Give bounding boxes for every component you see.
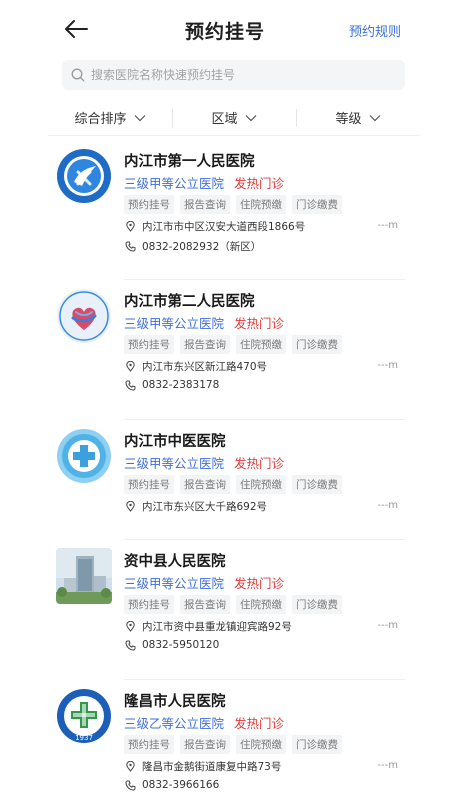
- distance-label: ---m: [377, 620, 398, 631]
- location-pin-icon: [126, 501, 135, 512]
- service-tags: 预约挂号 报告查询 住院预缴 门诊缴费: [124, 195, 342, 214]
- hospital-card[interactable]: 内江市中医医院 三级甲等公立医院 发热门诊 预约挂号 报告查询 住院预缴 门诊缴…: [0, 420, 450, 540]
- hospital-phone: 0832-2082932（新区）: [142, 241, 262, 253]
- chevron-down-icon: [134, 114, 145, 121]
- hospital-grade: 三级甲等公立医院: [124, 176, 225, 191]
- hospital-name: 资中县人民医院: [124, 554, 226, 570]
- distance-label: ---m: [377, 220, 398, 231]
- fever-clinic-badge: 发热门诊: [234, 576, 285, 591]
- phone-row[interactable]: 0832-5950120: [125, 639, 219, 651]
- distance-label: ---m: [377, 760, 398, 771]
- hospital-4-building-photo: [56, 548, 112, 604]
- logo-year: 1937: [75, 734, 93, 742]
- service-tags: 预约挂号 报告查询 住院预缴 门诊缴费: [124, 335, 342, 354]
- service-tag: 预约挂号: [124, 595, 174, 614]
- booking-rules-link[interactable]: 预约规则: [349, 21, 401, 40]
- fever-clinic-badge: 发热门诊: [234, 716, 285, 731]
- address-row: 内江市市中区汉安大道西段1866号: [125, 219, 305, 234]
- service-tags: 预约挂号 报告查询 住院预缴 门诊缴费: [124, 475, 342, 494]
- service-tag: 门诊缴费: [292, 595, 342, 614]
- filter-level-label: 等级: [335, 112, 362, 127]
- hospital-2-heart-icon: [57, 289, 111, 343]
- hospital-1-seal-icon: [57, 149, 111, 203]
- service-tag: 住院预缴: [236, 595, 286, 614]
- fever-clinic-badge: 发热门诊: [234, 316, 285, 331]
- hospital-3-cross-icon: [57, 429, 111, 483]
- service-tag: 报告查询: [180, 595, 230, 614]
- service-tag: 预约挂号: [124, 475, 174, 494]
- service-tag: 门诊缴费: [292, 475, 342, 494]
- filter-level[interactable]: 等级: [296, 106, 420, 130]
- hospital-name: 内江市第二人民医院: [124, 294, 255, 310]
- hospital-card[interactable]: 内江市第二人民医院 三级甲等公立医院 发热门诊 预约挂号 报告查询 住院预缴 门…: [0, 280, 450, 420]
- search-input[interactable]: [91, 68, 391, 82]
- location-pin-icon: [126, 221, 135, 232]
- hospital-grade: 三级甲等公立医院: [124, 316, 225, 331]
- service-tags: 预约挂号 报告查询 住院预缴 门诊缴费: [124, 735, 342, 754]
- hospital-card[interactable]: 内江市第一人民医院 三级甲等公立医院 发热门诊 预约挂号 报告查询 住院预缴 门…: [0, 140, 450, 280]
- service-tag: 报告查询: [180, 335, 230, 354]
- hospital-address: 隆昌市金鹅街道康复中路73号: [142, 761, 282, 773]
- hospital-name: 隆昌市人民医院: [124, 694, 226, 710]
- hospital-name: 内江市中医医院: [124, 434, 226, 450]
- distance-label: ---m: [377, 500, 398, 511]
- address-row: 内江市资中县重龙镇迎宾路92号: [125, 619, 292, 634]
- filter-region-label: 区域: [211, 112, 238, 127]
- hospital-phone: 0832-2383178: [142, 379, 220, 391]
- fever-clinic-badge: 发热门诊: [234, 456, 285, 471]
- service-tags: 预约挂号 报告查询 住院预缴 门诊缴费: [124, 595, 342, 614]
- search-bar[interactable]: [62, 60, 405, 90]
- location-pin-icon: [126, 361, 135, 372]
- service-tag: 住院预缴: [236, 195, 286, 214]
- hospital-address: 内江市市中区汉安大道西段1866号: [142, 221, 306, 233]
- filter-bar: 综合排序 区域 等级: [48, 100, 420, 136]
- filter-sort-label: 综合排序: [74, 112, 127, 127]
- phone-icon: [125, 241, 136, 252]
- top-bar: 预约挂号 预约规则: [0, 0, 450, 58]
- hospital-grade: 三级甲等公立医院: [124, 576, 225, 591]
- chevron-down-icon: [369, 114, 380, 121]
- service-tag: 报告查询: [180, 195, 230, 214]
- location-pin-icon: [126, 761, 135, 772]
- address-row: 内江市东兴区大千路692号: [125, 499, 267, 514]
- hospital-address: 内江市东兴区大千路692号: [142, 501, 268, 513]
- filter-region[interactable]: 区域: [172, 106, 296, 130]
- hospital-grade: 三级乙等公立医院: [124, 716, 225, 731]
- hospital-phone: 0832-3966166: [142, 779, 220, 791]
- hospital-card[interactable]: 资中县人民医院 三级甲等公立医院 发热门诊 预约挂号 报告查询 住院预缴 门诊缴…: [0, 540, 450, 680]
- location-pin-icon: [126, 621, 135, 632]
- service-tag: 预约挂号: [124, 735, 174, 754]
- hospital-address: 内江市资中县重龙镇迎宾路92号: [142, 621, 292, 633]
- hospital-list: 内江市第一人民医院 三级甲等公立医院 发热门诊 预约挂号 报告查询 住院预缴 门…: [0, 140, 450, 800]
- hospital-address: 内江市东兴区新江路470号: [142, 361, 268, 373]
- phone-row[interactable]: 0832-2082932（新区）: [125, 239, 261, 254]
- service-tag: 预约挂号: [124, 195, 174, 214]
- service-tag: 门诊缴费: [292, 195, 342, 214]
- service-tag: 门诊缴费: [292, 735, 342, 754]
- hospital-phone: 0832-5950120: [142, 639, 220, 651]
- service-tag: 住院预缴: [236, 475, 286, 494]
- address-row: 隆昌市金鹅街道康复中路73号: [125, 759, 281, 774]
- service-tag: 门诊缴费: [292, 335, 342, 354]
- service-tag: 报告查询: [180, 735, 230, 754]
- phone-icon: [125, 380, 136, 391]
- fever-clinic-badge: 发热门诊: [234, 176, 285, 191]
- search-icon: [71, 68, 85, 82]
- service-tag: 住院预缴: [236, 735, 286, 754]
- hospital-name: 内江市第一人民医院: [124, 154, 255, 170]
- service-tag: 报告查询: [180, 475, 230, 494]
- phone-row[interactable]: 0832-3966166: [125, 779, 219, 791]
- filter-sort[interactable]: 综合排序: [48, 106, 172, 130]
- hospital-card[interactable]: 1937 隆昌市人民医院 三级乙等公立医院 发热门诊 预约挂号 报告查询 住院预…: [0, 680, 450, 800]
- hospital-grade: 三级甲等公立医院: [124, 456, 225, 471]
- phone-icon: [125, 780, 136, 791]
- chevron-down-icon: [245, 114, 256, 121]
- hospital-5-seal-icon: 1937: [57, 689, 111, 743]
- address-row: 内江市东兴区新江路470号: [125, 359, 267, 374]
- phone-row[interactable]: 0832-2383178: [125, 379, 219, 391]
- distance-label: ---m: [377, 360, 398, 371]
- service-tag: 预约挂号: [124, 335, 174, 354]
- phone-icon: [125, 640, 136, 651]
- service-tag: 住院预缴: [236, 335, 286, 354]
